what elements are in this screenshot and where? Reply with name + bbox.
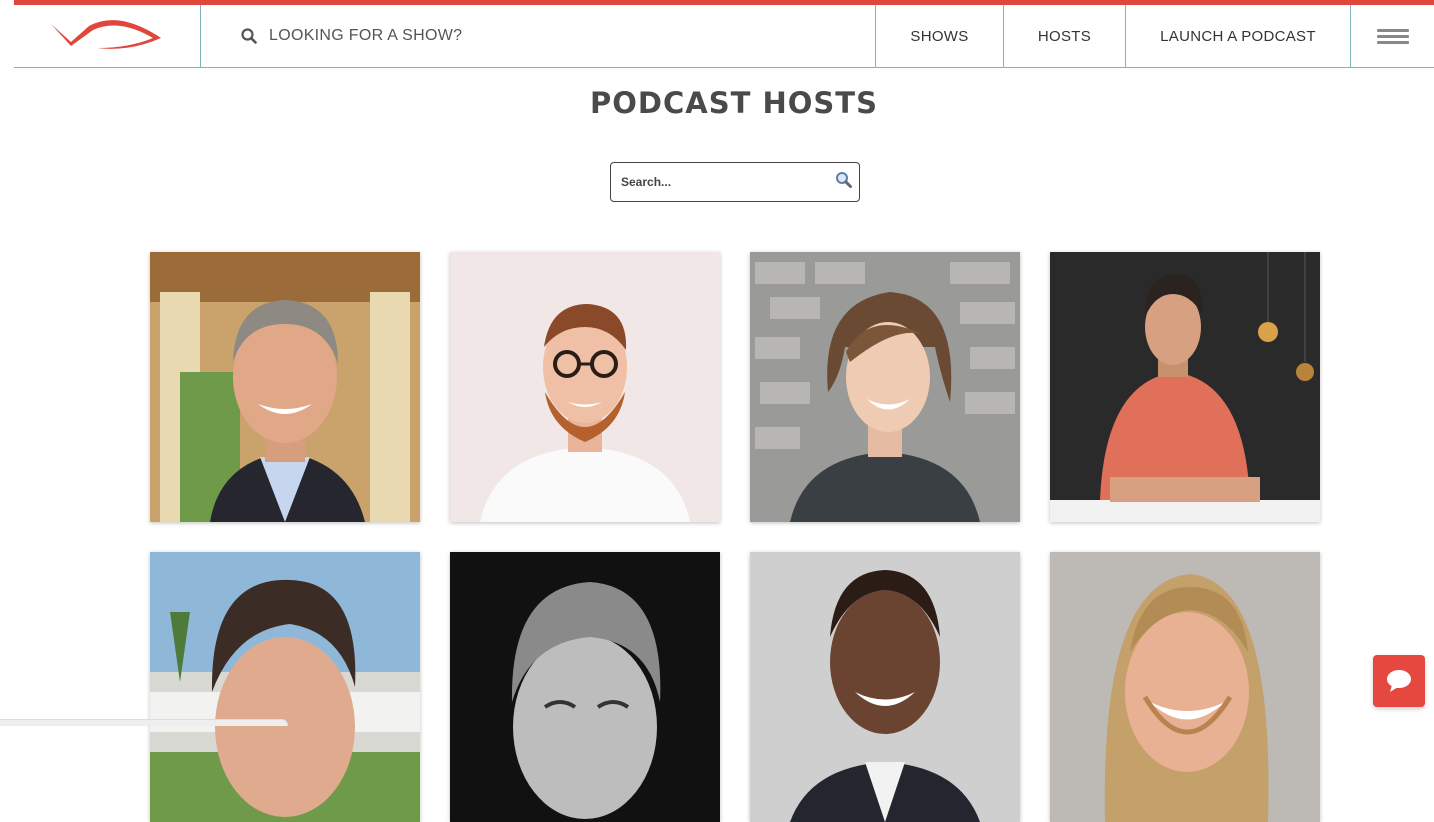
- nav-launch-a-podcast[interactable]: LAUNCH A PODCAST: [1125, 5, 1350, 67]
- host-portrait: [450, 552, 720, 822]
- host-portrait: [450, 252, 720, 522]
- chat-button[interactable]: [1373, 655, 1425, 707]
- hamburger-menu-icon: [1376, 28, 1409, 44]
- show-search[interactable]: LOOKING FOR A SHOW?: [201, 5, 875, 67]
- host-search-input[interactable]: [621, 175, 821, 189]
- hamburger-menu-button[interactable]: [1350, 5, 1434, 67]
- host-portrait: [150, 252, 420, 522]
- host-card[interactable]: [750, 252, 1020, 522]
- host-portrait: [1050, 552, 1320, 822]
- host-card[interactable]: [150, 552, 420, 822]
- host-search-box: [610, 162, 860, 202]
- host-portrait: [750, 252, 1020, 522]
- bottom-bar: [0, 719, 288, 726]
- chat-bubble-icon: [1387, 670, 1411, 692]
- page-title: PODCAST HOSTS: [590, 86, 878, 120]
- host-card[interactable]: [150, 252, 420, 522]
- host-card[interactable]: [1050, 252, 1320, 522]
- search-icon[interactable]: [835, 171, 853, 194]
- hosts-grid: [150, 252, 1320, 822]
- brand-logo[interactable]: [14, 5, 201, 67]
- host-card[interactable]: [450, 252, 720, 522]
- search-icon: [241, 28, 257, 44]
- host-card[interactable]: [1050, 552, 1320, 822]
- brand-swoosh-logo-icon: [51, 20, 161, 49]
- host-card[interactable]: [750, 552, 1020, 822]
- host-portrait: [150, 552, 420, 822]
- show-search-prompt: LOOKING FOR A SHOW?: [269, 27, 463, 44]
- host-card[interactable]: [450, 552, 720, 822]
- site-header: LOOKING FOR A SHOW? SHOWS HOSTS LAUNCH A…: [14, 5, 1434, 68]
- host-portrait: [1050, 252, 1320, 522]
- nav-hosts[interactable]: HOSTS: [1003, 5, 1125, 67]
- nav-shows[interactable]: SHOWS: [875, 5, 1003, 67]
- host-portrait: [750, 552, 1020, 822]
